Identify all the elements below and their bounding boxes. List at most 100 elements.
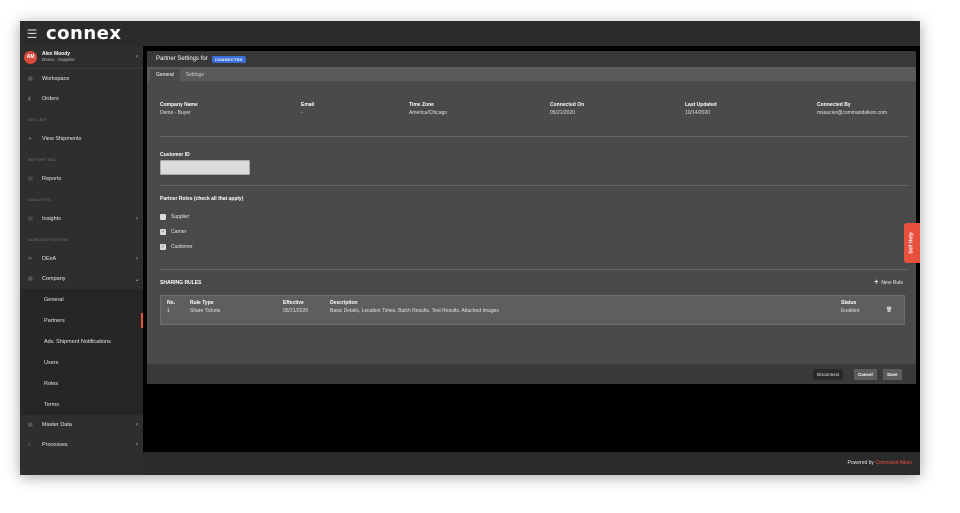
checkbox-checked-icon[interactable]: ✓ [160,229,166,235]
save-button[interactable]: Save [883,369,902,380]
disconnect-button[interactable]: Disconnect [813,369,844,380]
email-field: Email - [301,102,314,116]
powered-by-brand-link[interactable]: Command Alkon [875,460,912,466]
sidebar-subitem-partners[interactable]: Partners [20,310,143,331]
new-rule-button[interactable]: + New Rule [874,279,903,286]
sidebar-subitem-users[interactable]: Users [20,352,143,373]
sidebar-item-label: Workspace [42,76,70,82]
field-label: Time Zone [409,102,434,108]
section-reporting: REPORTING [28,156,57,162]
role-label: Supplier [171,214,190,220]
truck-icon: ➤ [28,136,33,142]
sidebar-item-label: View Shipments [42,136,82,142]
section-administration: ADMINISTRATION [28,236,69,242]
company-info: Company Name Demo - Buyer Email - Time Z… [160,102,912,122]
field-value: 05/21/2020 [550,110,576,116]
sidebar-item-master-data[interactable]: ▦ Master Data ‹ [20,415,143,435]
field-value: Demo - Buyer [160,110,191,116]
sidebar-item-company[interactable]: ▦ Company ⌄ [20,269,143,289]
divider [160,185,909,186]
role-label: Carrier [171,229,187,235]
sidebar-item-label: Reports [42,176,62,182]
connex-logo[interactable]: conneх [46,23,121,44]
sidebar-subitem-general[interactable]: General [20,289,143,310]
sidebar-item-orders[interactable]: ▮ Orders [20,89,143,109]
chevron-left-icon: ‹ [136,256,138,262]
field-label: Last Updated [685,102,717,108]
rule-effective: 05/21/2020 [283,308,309,314]
chevron-left-icon: ‹ [136,422,138,428]
sidebar-subitem-roles[interactable]: Roles [20,373,143,394]
field-value: America/Chicago [409,110,448,116]
field-label: Connected On [550,102,585,108]
cancel-button[interactable]: Cancel [854,369,877,380]
sidebar-item-label: Insights [42,216,61,222]
card-header: Partner Settings for CONNECTED [147,51,916,67]
sidebar: AM Alex Moody Demo - Supplier ‹ ▦ Worksp… [20,46,143,475]
bottom-bar: Powered by Command Alkon [143,452,920,475]
chevron-down-icon: ⌄ [134,276,140,283]
role-supplier[interactable]: Supplier [160,214,189,220]
tab-settings[interactable]: Settings [180,69,210,81]
powered-by-prefix: Powered by [847,460,874,466]
role-customer[interactable]: ✓ Customer [160,244,193,250]
exchange-icon: ⇆ [28,256,33,262]
divider [160,136,909,137]
trash-icon[interactable]: 🗑 [886,307,892,313]
customer-id-input[interactable] [160,160,250,175]
tab-bar: General Settings [147,67,916,81]
chevron-left-icon[interactable]: ‹ [131,54,143,60]
rule-no: 1 [167,308,170,314]
plus-icon: + [874,279,879,286]
user-menu[interactable]: AM Alex Moody Demo - Supplier ‹ [20,46,143,69]
sidebar-item-insights[interactable]: ▤ Insights ‹ [20,209,143,229]
sidebar-item-label: Master Data [42,422,72,428]
new-rule-label: New Rule [881,279,903,286]
tab-general[interactable]: General [150,69,180,81]
rule-description: Basic Details, Location Times, Batch Res… [330,308,499,314]
app-window: ☰ conneх AM Alex Moody Demo - Supplier ‹… [20,21,920,475]
checkbox-unchecked[interactable] [160,214,166,220]
partner-settings-card: Partner Settings for CONNECTED General S… [147,51,916,364]
chevron-left-icon: ‹ [136,216,138,222]
sidebar-item-label: Processes [42,442,68,448]
column-header: Effective [283,300,304,306]
field-value: - [301,110,303,116]
sharing-rules-title: SHARING RULES [160,280,202,286]
status-badge: CONNECTED [211,55,246,63]
sidebar-item-label: Orders [42,96,59,102]
divider [160,269,909,270]
sidebar-item-label: DExA [42,256,57,262]
page-title: Partner Settings for [156,56,208,62]
field-value: msaucier@commandalkon.com [817,110,888,116]
sidebar-subitem-terms[interactable]: Terms [20,394,143,415]
checkbox-checked-icon[interactable]: ✓ [160,244,166,250]
rule-type[interactable]: Share Tickets [190,308,220,314]
grid-icon: ▦ [28,76,33,82]
chart-icon: ▮ [28,96,31,102]
self-help-button[interactable]: Self Help [904,223,920,263]
section-seller: SELLER [28,116,47,122]
building-icon: ▦ [28,276,33,282]
section-analysis: ANALYSIS [28,196,52,202]
company-name-field: Company Name Demo - Buyer [160,102,198,116]
bar-chart-icon: ▤ [28,176,33,182]
sidebar-subitem-adv-shipment-notifications[interactable]: Adv. Shipment Notifications [20,331,143,352]
connected-on-field: Connected On 05/21/2020 [550,102,584,116]
sidebar-item-view-shipments[interactable]: ➤ View Shipments [20,129,143,149]
sidebar-item-dexa[interactable]: ⇆ DExA ‹ [20,249,143,269]
process-icon: ≡ [28,442,31,448]
sidebar-item-workspace[interactable]: ▦ Workspace [20,69,143,89]
column-header: Description [330,300,358,306]
hamburger-icon[interactable]: ☰ [20,21,44,46]
role-label: Customer [171,244,193,250]
last-updated-field: Last Updated 10/14/2020 [685,102,717,116]
field-label: Email [301,102,315,108]
sidebar-item-reports[interactable]: ▤ Reports [20,169,143,189]
sidebar-item-processes[interactable]: ≡ Processes ‹ [20,435,143,455]
rule-status: Enabled [841,308,860,314]
role-carrier[interactable]: ✓ Carrier [160,229,186,235]
database-icon: ▦ [28,422,33,428]
connected-by-field: Connected By msaucier@commandalkon.com [817,102,887,116]
avatar: AM [24,50,37,64]
